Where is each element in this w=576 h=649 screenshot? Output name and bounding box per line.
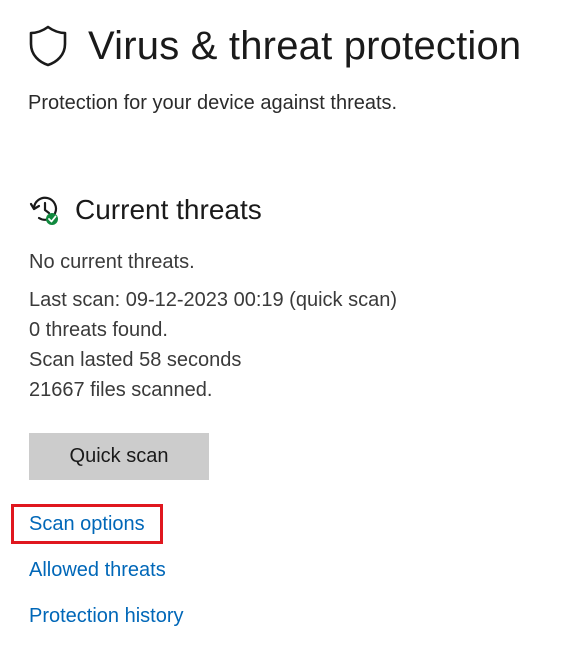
section-title: Current threats (75, 194, 262, 225)
protection-history-link[interactable]: Protection history (29, 605, 184, 628)
scan-options-link[interactable]: Scan options (29, 513, 145, 536)
threat-status: No current threats. (29, 251, 195, 273)
history-check-icon (29, 194, 61, 226)
page-title: Virus & threat protection (88, 23, 522, 68)
page-header: Virus & threat protection (28, 18, 521, 74)
shield-icon (28, 24, 68, 68)
files-scanned-text: 21667 files scanned. (29, 379, 213, 401)
last-scan-text: Last scan: 09-12-2023 00:19 (quick scan) (29, 289, 397, 311)
current-threats-header: Current threats (29, 194, 262, 226)
allowed-threats-link[interactable]: Allowed threats (29, 559, 166, 582)
threats-found-text: 0 threats found. (29, 319, 168, 341)
page-subtitle: Protection for your device against threa… (28, 92, 398, 114)
scan-details: Last scan: 09-12-2023 00:19 (quick scan)… (29, 285, 397, 405)
quick-scan-button[interactable]: Quick scan (29, 433, 209, 480)
scan-duration-text: Scan lasted 58 seconds (29, 349, 242, 371)
